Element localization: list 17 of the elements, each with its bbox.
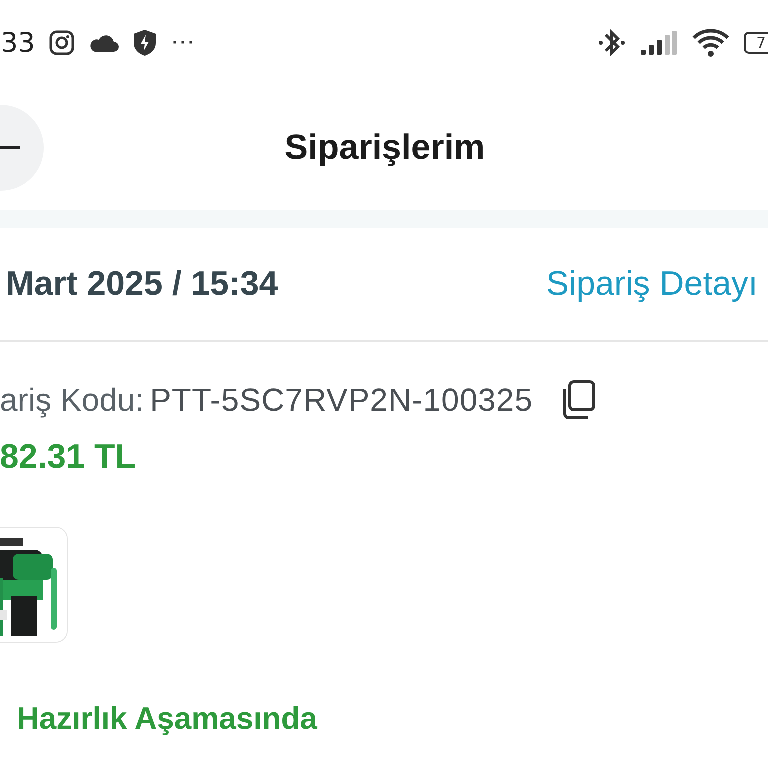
signal-icon [640,30,678,56]
battery-icon: 7 [744,32,768,54]
shield-icon [133,29,158,57]
order-price: 82.31 TL [0,438,138,477]
status-time: 33 [1,28,36,58]
cloud-icon [89,33,120,53]
bluetooth-icon [598,27,626,59]
more-notifications: ··· [171,30,196,56]
order-detail-link[interactable]: Sipariş Detayı [546,264,758,304]
page-title: Siparişlerim [284,128,486,168]
camera-app-icon [49,30,76,56]
copy-icon[interactable] [561,380,598,420]
order-status: Hazırlık Aşamasında [17,701,318,737]
order-date: Mart 2025 / 15:34 [6,264,278,304]
order-code-label: ariş Kodu: [0,382,144,418]
wifi-icon [692,28,730,58]
order-code: PTT-5SC7RVP2N-100325 [150,382,534,418]
